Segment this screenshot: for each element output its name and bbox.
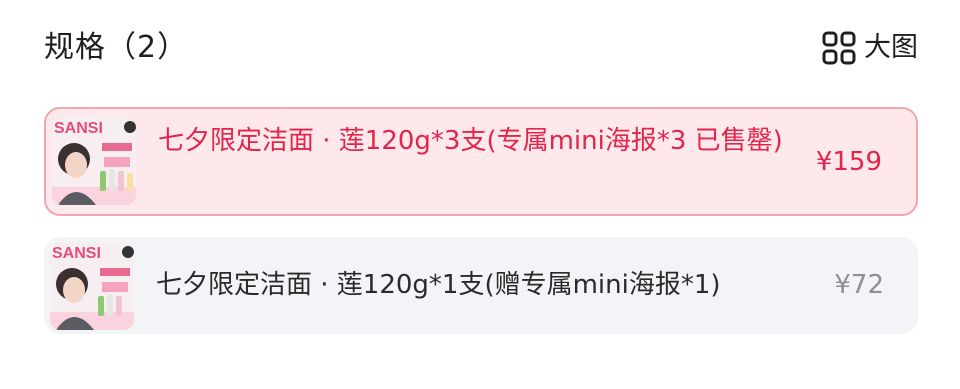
big-view-button[interactable]: 大图 (822, 28, 918, 68)
product-image: SANSI (52, 117, 136, 205)
product-image: SANSI (50, 242, 134, 330)
thumb-brand-text: SANSI (54, 120, 103, 137)
spec-header: 规格（2） 大图 (44, 26, 918, 70)
product-thumbnail: SANSI (50, 242, 134, 330)
thumb-brand-text: SANSI (52, 245, 101, 262)
option-price: ¥72 (834, 270, 884, 300)
grid-icon (822, 31, 856, 65)
spec-option-1[interactable]: SANSI 七夕限定洁面 · 莲120g*3支(专属mini海报*3 已售罄) … (44, 107, 918, 216)
spec-option-2[interactable]: SANSI 七夕限定洁面 · 莲120g*1支(赠专属mini海报*1) ¥72 (44, 237, 918, 334)
option-name: 七夕限定洁面 · 莲120g*3支(专属mini海报*3 已售罄) (158, 126, 783, 156)
option-price: ¥159 (815, 147, 882, 177)
product-thumbnail: SANSI (52, 117, 136, 205)
spec-selection-panel: 规格（2） 大图 SANSI 七夕限定洁面 · 莲120g*3支(专属mini海… (0, 0, 960, 389)
big-view-label: 大图 (864, 32, 918, 63)
spec-title: 规格（2） (44, 30, 189, 65)
option-name: 七夕限定洁面 · 莲120g*1支(赠专属mini海报*1) (156, 270, 721, 300)
